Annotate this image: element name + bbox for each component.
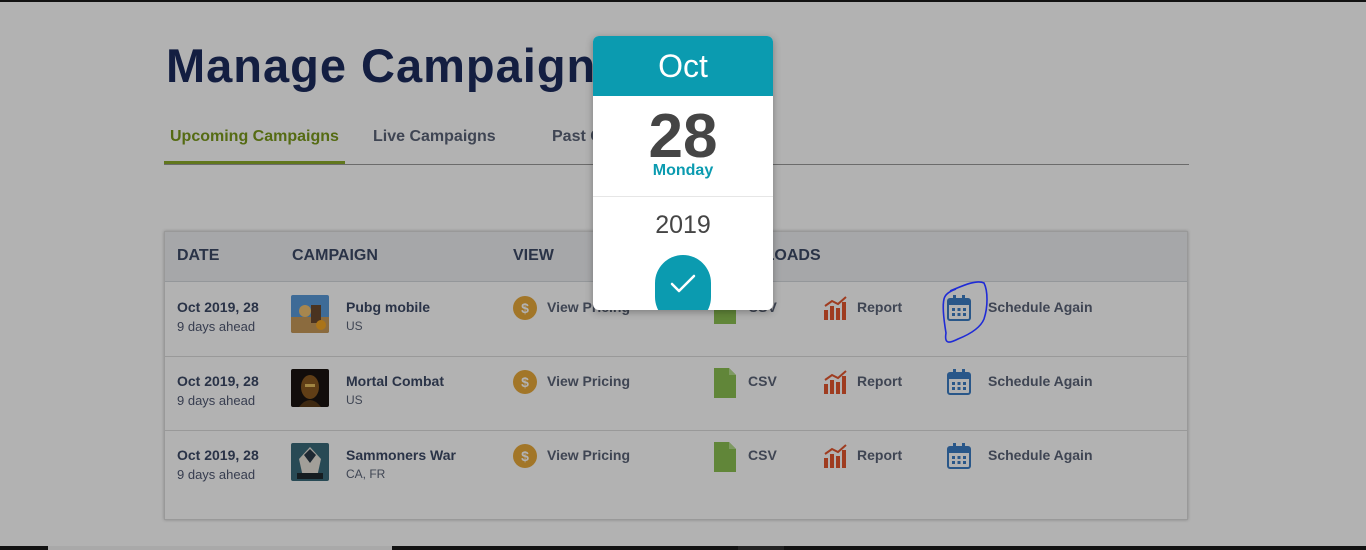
date-picker: Oct 28 Monday 2019 xyxy=(593,36,773,310)
checkmark-icon xyxy=(670,274,696,293)
picker-year[interactable]: 2019 xyxy=(593,211,773,240)
picker-weekday: Monday xyxy=(652,162,714,179)
picker-divider xyxy=(593,196,773,197)
picker-month[interactable]: Oct xyxy=(593,36,773,96)
annotation-scribble xyxy=(942,281,988,343)
confirm-date-button[interactable] xyxy=(655,255,711,310)
